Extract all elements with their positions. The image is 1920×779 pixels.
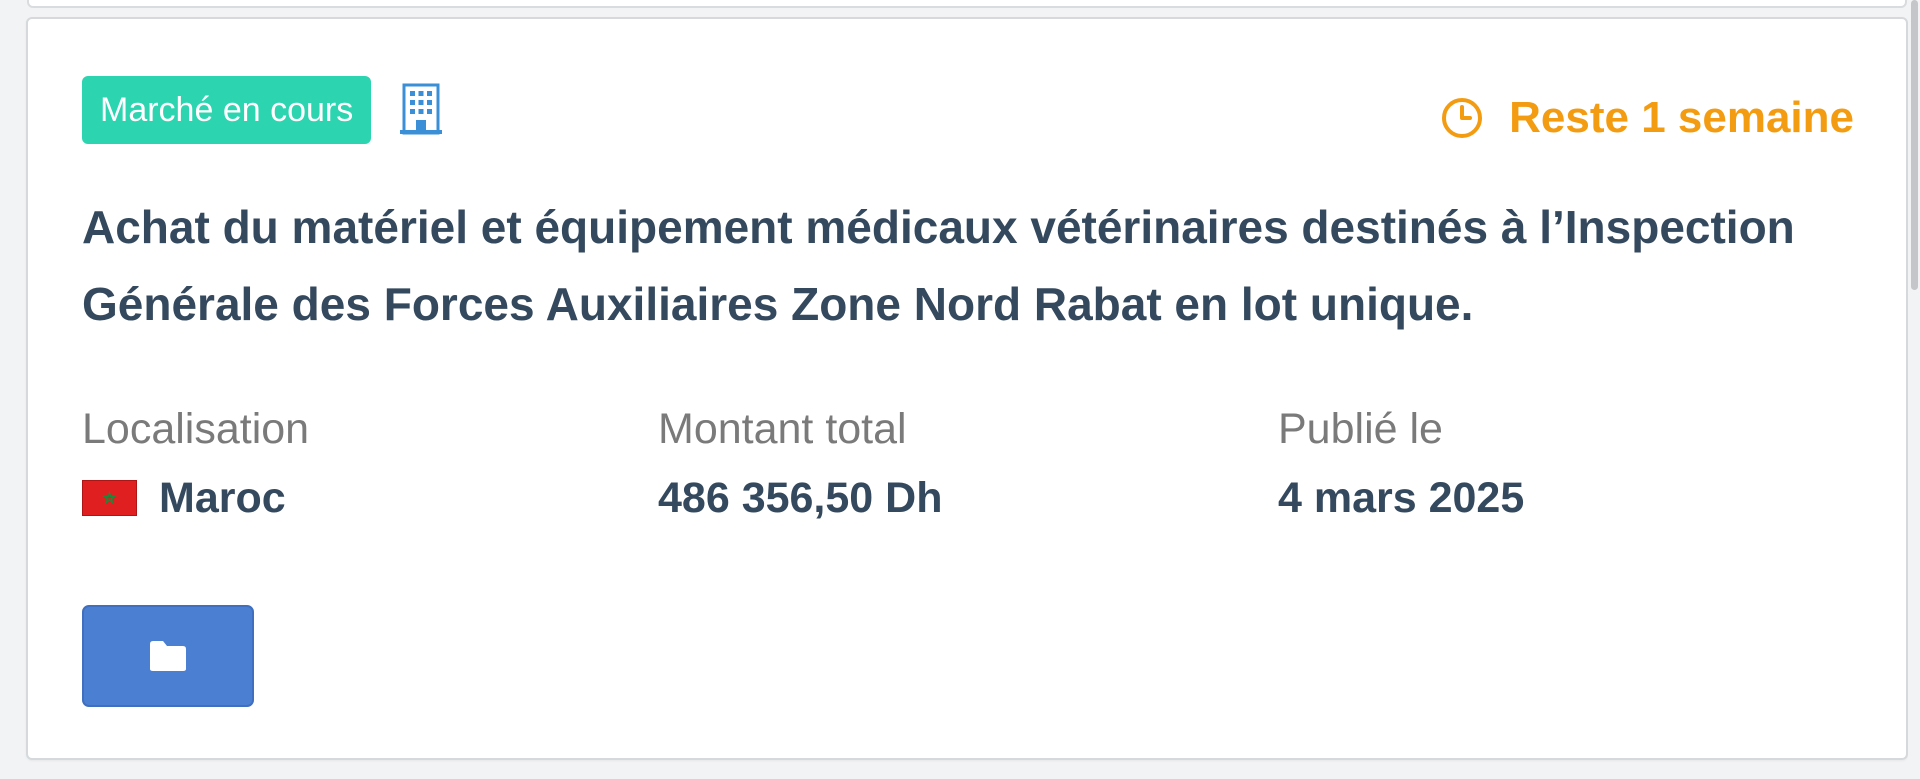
localisation-field: Localisation Maroc <box>82 404 309 523</box>
open-folder-button[interactable] <box>82 605 254 707</box>
montant-field: Montant total 486 356,50 Dh <box>658 404 942 523</box>
tender-title[interactable]: Achat du matériel et équipement médicaux… <box>82 189 1882 343</box>
folder-icon <box>150 641 186 671</box>
publication-date-label: Publié le <box>1278 405 1443 453</box>
montant-label: Montant total <box>658 405 907 453</box>
localisation-label: Localisation <box>82 405 310 453</box>
localisation-text: Maroc <box>159 474 286 522</box>
publication-date-field: Publié le 4 mars 2025 <box>1278 404 1524 523</box>
publication-date-value: 4 mars 2025 <box>1278 474 1525 522</box>
clock-icon <box>1442 98 1483 138</box>
morocco-flag-icon <box>82 480 137 516</box>
localisation-value: Maroc <box>82 473 309 523</box>
tender-card[interactable]: Marché en cours Reste 1 semaine Achat du… <box>26 17 1908 760</box>
status-badge: Marché en cours <box>82 76 372 144</box>
montant-value: 486 356,50 Dh <box>658 474 943 522</box>
building-icon <box>400 83 442 135</box>
previous-card-edge <box>27 0 1907 8</box>
scrollbar-thumb[interactable] <box>1911 0 1918 290</box>
time-remaining: Reste 1 semaine <box>1441 93 1854 143</box>
time-remaining-text: Reste 1 semaine <box>1509 93 1854 142</box>
